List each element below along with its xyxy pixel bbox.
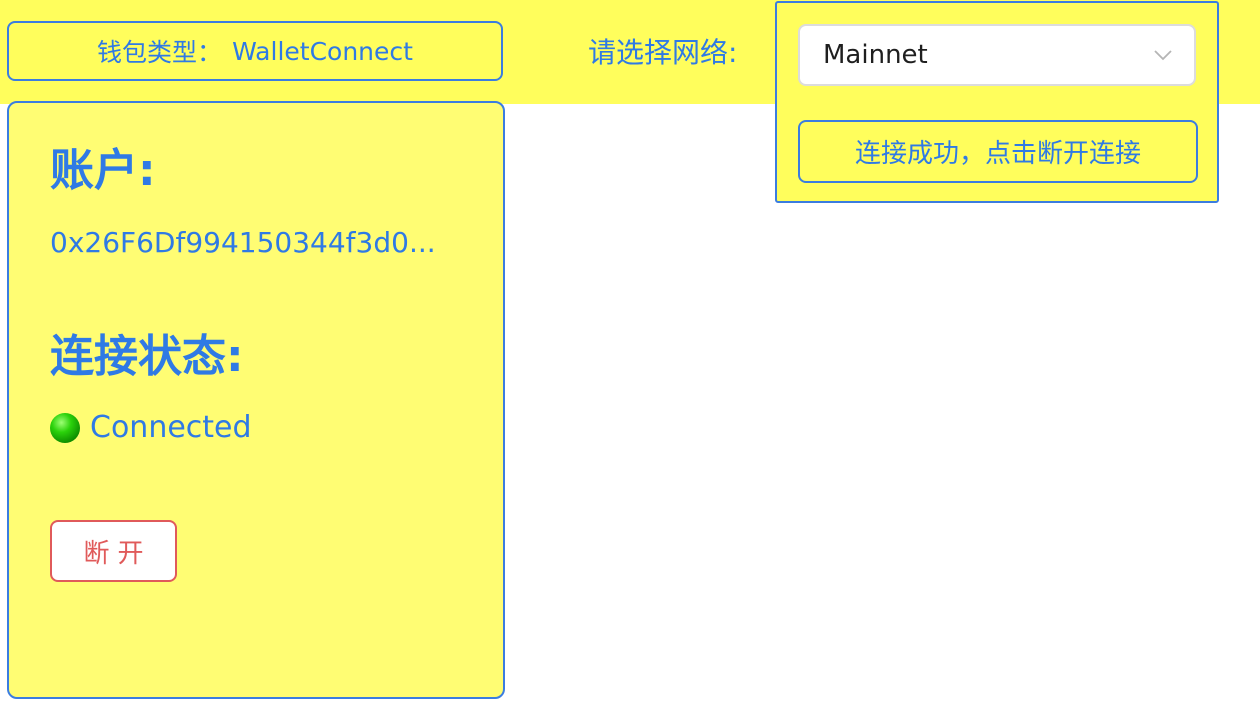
status-dot-icon	[50, 413, 80, 443]
wallet-type-display: 钱包类型： WalletConnect	[7, 21, 503, 81]
wallet-type-label: 钱包类型：	[97, 38, 223, 67]
network-select[interactable]: Mainnet	[798, 24, 1196, 86]
connection-status: Connected	[50, 408, 252, 448]
disconnect-connection-button[interactable]: 连接成功，点击断开连接	[798, 120, 1198, 183]
network-select-value: Mainnet	[823, 40, 928, 70]
network-select-label: 请选择网络:	[588, 36, 738, 69]
disconnect-button[interactable]: 断开	[50, 520, 177, 582]
account-heading: 账户:	[50, 145, 156, 196]
account-address: 0x26F6Df994150344f3d0...	[50, 226, 436, 259]
chevron-down-icon	[1154, 50, 1172, 61]
account-card: 账户: 0x26F6Df994150344f3d0... 连接状态: Conne…	[7, 101, 505, 699]
connection-status-text: Connected	[90, 410, 252, 445]
network-panel: Mainnet 连接成功，点击断开连接	[775, 1, 1219, 203]
wallet-type-value: WalletConnect	[232, 36, 413, 66]
connection-status-heading: 连接状态:	[50, 331, 244, 382]
